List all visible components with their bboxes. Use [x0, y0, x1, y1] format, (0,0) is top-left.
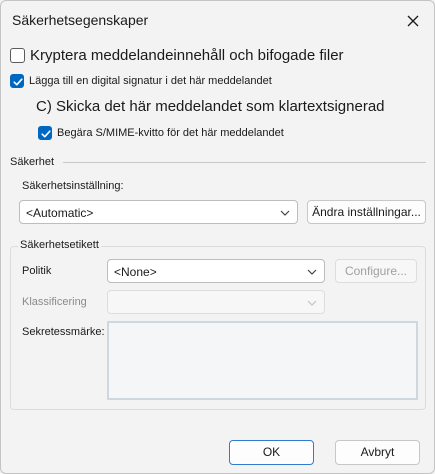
close-button[interactable]	[402, 10, 424, 32]
receipt-label: Begära S/MIME-kvitto för det här meddela…	[57, 127, 284, 139]
dialog-title: Säkerhetsegenskaper	[12, 12, 149, 28]
policy-label: Politik	[22, 265, 52, 277]
cleartext-option[interactable]: C) Skicka det här meddelandet som klarte…	[36, 98, 385, 115]
classification-label: Klassificering	[22, 296, 87, 308]
security-setting-value: <Automatic>	[26, 206, 94, 220]
sign-checkbox[interactable]	[10, 74, 24, 88]
classification-dropdown[interactable]	[107, 290, 325, 314]
privacy-mark-textarea[interactable]	[107, 321, 418, 400]
security-group-label: Säkerhet	[10, 156, 55, 168]
chevron-down-icon	[280, 210, 290, 216]
privacy-mark-label: Sekretessmärke:	[22, 326, 105, 338]
cancel-button[interactable]: Avbryt	[335, 440, 420, 465]
encrypt-label: Kryptera meddelandeinnehåll och bifogade…	[30, 47, 344, 64]
change-settings-button[interactable]: Ändra inställningar...	[307, 200, 426, 224]
sign-label: Lägga till en digital signatur i det här…	[29, 75, 272, 87]
checkmark-icon	[41, 130, 51, 138]
security-setting-dropdown[interactable]: <Automatic>	[19, 200, 298, 224]
receipt-checkbox[interactable]	[38, 126, 52, 140]
chevron-down-icon	[307, 300, 317, 306]
security-label-group-title: Säkerhetsetikett	[18, 239, 101, 251]
configure-button[interactable]: Configure...	[335, 259, 417, 283]
checkmark-icon	[13, 78, 23, 86]
security-setting-label: Säkerhetsinställning:	[22, 180, 124, 192]
policy-dropdown[interactable]: <None>	[107, 259, 325, 283]
encrypt-checkbox[interactable]	[10, 48, 25, 63]
ok-button[interactable]: OK	[229, 440, 314, 465]
policy-value: <None>	[114, 265, 157, 279]
close-icon	[407, 15, 419, 27]
security-properties-dialog: Säkerhetsegenskaper Kryptera meddelandei…	[0, 0, 435, 474]
chevron-down-icon	[307, 269, 317, 275]
security-group-divider	[63, 162, 426, 163]
title-bar: Säkerhetsegenskaper	[1, 1, 434, 39]
